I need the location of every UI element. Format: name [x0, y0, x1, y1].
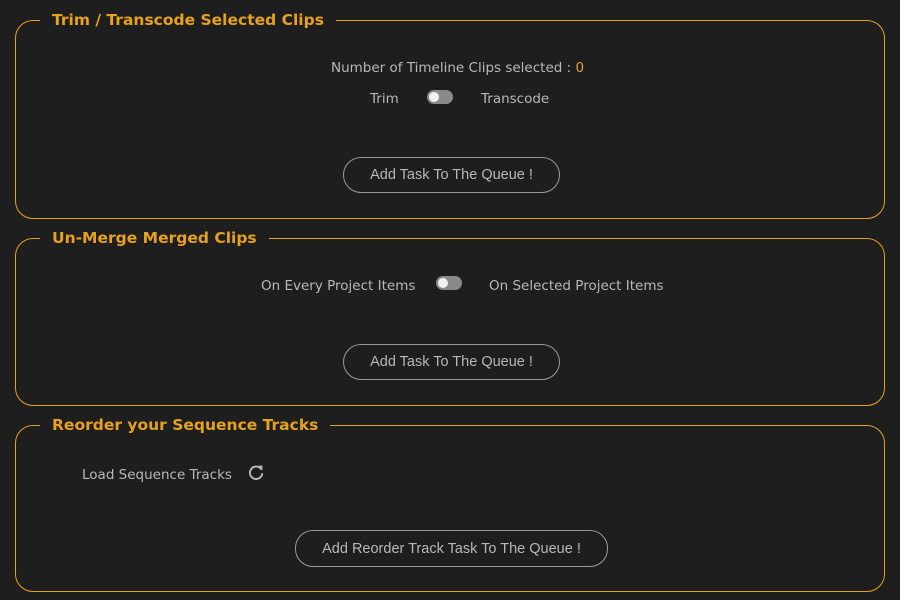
toggle-knob	[429, 92, 439, 102]
trim-transcode-toggle[interactable]	[427, 90, 453, 104]
load-sequence-tracks-label: Load Sequence Tracks	[82, 467, 232, 483]
clips-selected-count: 0	[575, 60, 585, 76]
reorder-panel-title: Reorder your Sequence Tracks	[40, 412, 331, 438]
toggle-knob	[438, 278, 448, 288]
reorder-panel: Reorder your Sequence Tracks Load Sequen…	[15, 412, 885, 592]
unmerge-panel-title: Un-Merge Merged Clips	[40, 225, 269, 251]
unmerge-scope-toggle[interactable]	[436, 276, 462, 290]
trim-label: Trim	[370, 91, 399, 107]
unmerge-add-task-button[interactable]: Add Task To The Queue !	[343, 344, 560, 380]
trim-transcode-panel: Trim / Transcode Selected Clips Number o…	[15, 7, 885, 219]
transcode-label: Transcode	[481, 91, 550, 107]
unmerge-panel: Un-Merge Merged Clips On Every Project I…	[15, 225, 885, 406]
clips-selected-label: Number of Timeline Clips selected :	[331, 60, 572, 76]
selected-project-items-label: On Selected Project Items	[489, 278, 664, 294]
reorder-add-task-button[interactable]: Add Reorder Track Task To The Queue !	[295, 530, 608, 567]
trim-add-task-button[interactable]: Add Task To The Queue !	[343, 157, 560, 193]
clips-selected-text: Number of Timeline Clips selected : 0	[331, 59, 584, 77]
refresh-icon[interactable]	[246, 463, 266, 483]
trim-transcode-panel-title: Trim / Transcode Selected Clips	[40, 7, 336, 33]
every-project-items-label: On Every Project Items	[261, 278, 416, 294]
